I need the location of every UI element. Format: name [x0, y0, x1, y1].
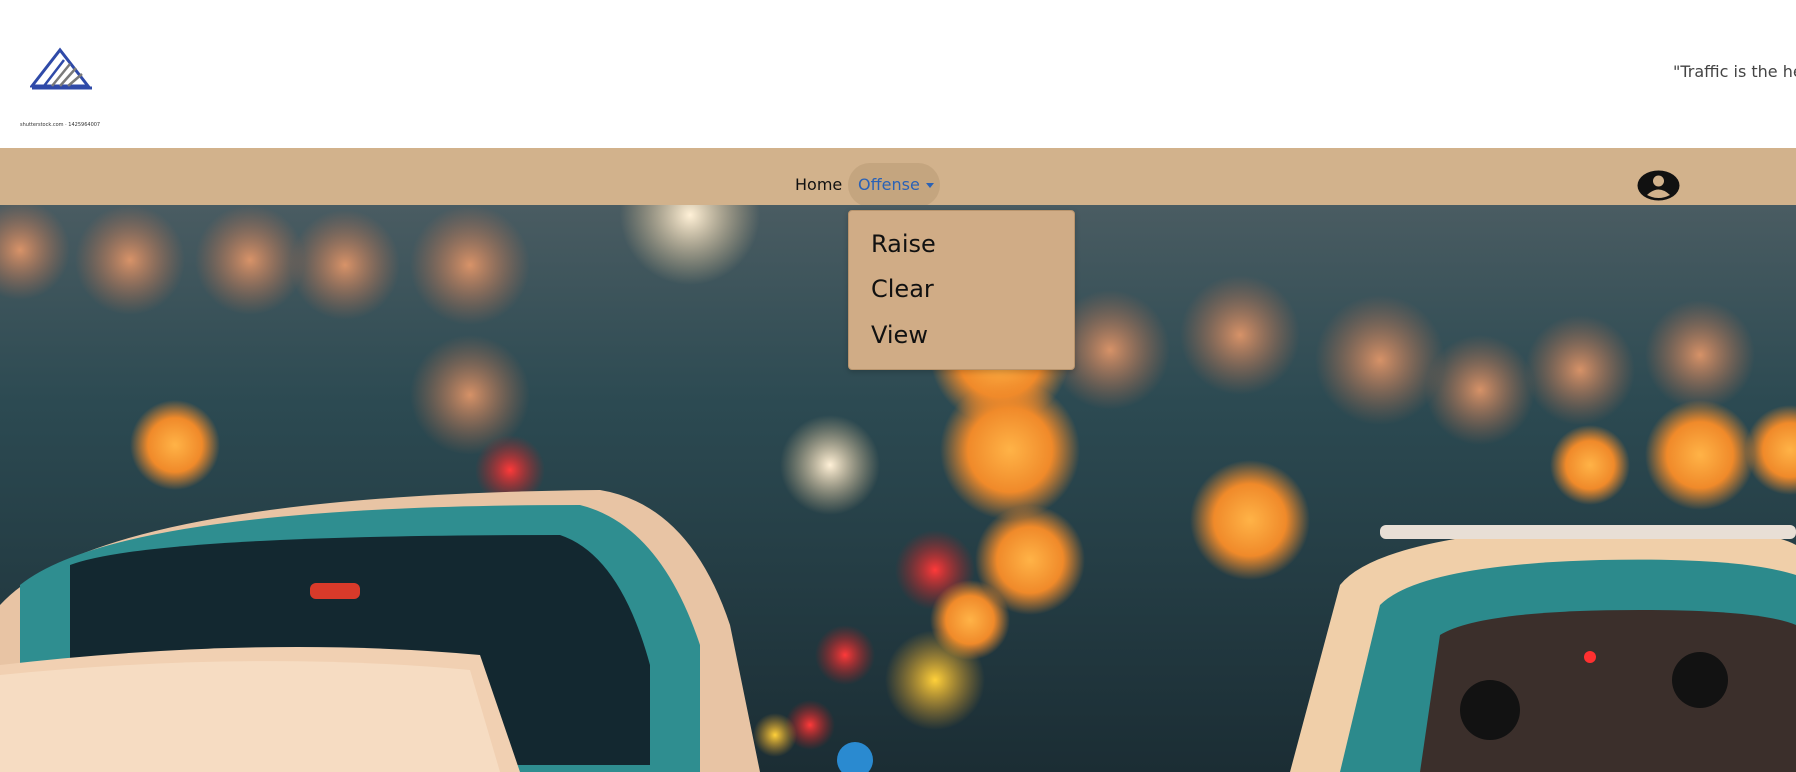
user-circle-icon[interactable] — [1637, 170, 1680, 201]
mountain-logo-icon[interactable] — [30, 46, 96, 92]
nav-dropdown-offense[interactable]: Offense — [848, 163, 940, 207]
nav-link-home[interactable]: Home — [795, 175, 842, 194]
dropdown-item-clear[interactable]: Clear — [871, 275, 934, 303]
dropdown-item-raise[interactable]: Raise — [871, 230, 936, 258]
offense-dropdown-menu: Raise Clear View — [848, 210, 1075, 370]
dropdown-item-view[interactable]: View — [871, 321, 928, 349]
logo-caption: shutterstock.com · 1425964007 — [20, 122, 101, 128]
caret-down-icon — [925, 183, 934, 188]
nav-offense-label: Offense — [858, 175, 920, 194]
site-header: shutterstock.com · 1425964007 "Traffic i… — [0, 0, 1796, 148]
header-tagline: "Traffic is the hea — [1673, 62, 1796, 81]
